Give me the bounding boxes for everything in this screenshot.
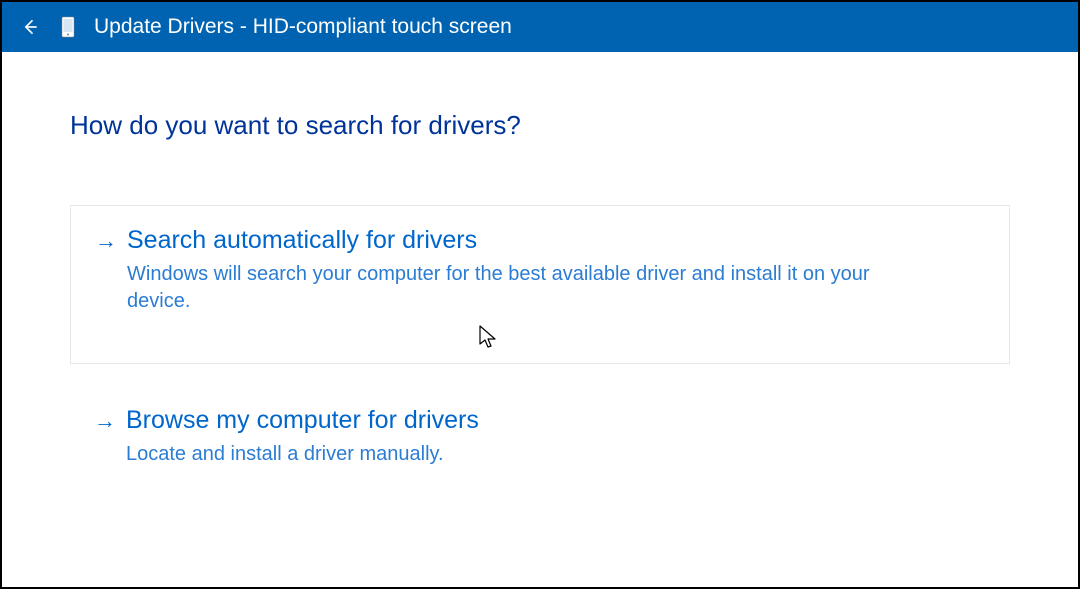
window-title: Update Drivers - HID-compliant touch scr… [94,15,512,39]
device-icon [60,16,76,38]
option-title-row: → Browse my computer for drivers [94,406,986,435]
option-title-row: → Search automatically for drivers [95,226,985,255]
page-heading: How do you want to search for drivers? [70,110,1010,141]
option-browse-computer[interactable]: → Browse my computer for drivers Locate … [70,406,1010,488]
option-search-automatically[interactable]: → Search automatically for drivers Windo… [70,205,1010,364]
window-header: Update Drivers - HID-compliant touch scr… [2,2,1078,52]
content-area: How do you want to search for drivers? →… [2,52,1078,488]
back-button[interactable] [18,15,42,39]
option-title: Search automatically for drivers [127,226,477,255]
arrow-right-icon: → [94,410,116,432]
arrow-right-icon: → [95,230,117,252]
option-description: Windows will search your computer for th… [95,261,915,315]
option-title: Browse my computer for drivers [126,406,479,435]
option-description: Locate and install a driver manually. [94,441,914,468]
